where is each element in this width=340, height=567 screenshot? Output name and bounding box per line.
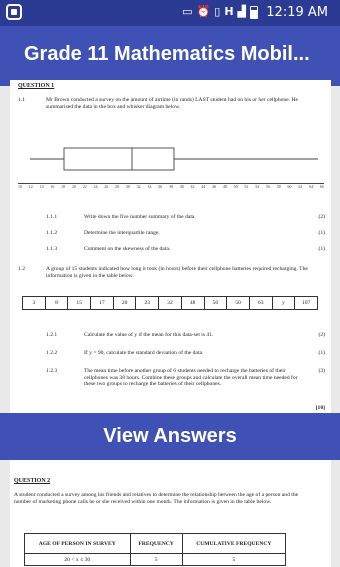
scale-tick-label: 44: [201, 184, 206, 189]
page-title: Grade 11 Mathematics Mobil...: [24, 43, 310, 65]
table-cell: 20 < x ≤ 30: [24, 553, 131, 566]
scale-tick-label: 32: [136, 184, 141, 189]
scale-tick-label: 24: [93, 184, 98, 189]
sub-item-text: The mean time before another group of 6 …: [84, 368, 298, 388]
table-cell: 17: [91, 297, 114, 309]
sub-item-text: Determine the interquartile range.: [84, 230, 160, 236]
scale-tick-label: 16: [50, 184, 55, 189]
question-paper-page[interactable]: QUESTION 1 1.1 Mr Brown conducted a surv…: [10, 80, 331, 413]
sub-item-number: 1.1.2: [46, 230, 58, 236]
battery-icon: [250, 5, 258, 19]
table-header-frequency: FREQUENCY: [129, 533, 183, 554]
table-cell: 3: [23, 297, 46, 309]
sub-item-text: Write down the five number summary of th…: [84, 214, 196, 220]
table-cell: y: [273, 297, 296, 309]
scale-tick-label: 66: [319, 184, 324, 189]
table-cell: 50: [227, 297, 250, 309]
app-bar: Grade 11 Mathematics Mobil...: [0, 26, 340, 86]
sub-item-text: Calculate the value of y if the mean for…: [84, 332, 214, 338]
sub-item-text: If y = 90, calculate the standard deviat…: [84, 350, 204, 356]
sub-item-marks: (3): [318, 368, 325, 374]
time-text: 12:19: [266, 5, 304, 20]
scale-tick-label: 30: [125, 184, 130, 189]
scale-tick-label: 40: [179, 184, 184, 189]
table-cell: 32: [159, 297, 182, 309]
scale-tick-label: 60: [287, 184, 292, 189]
scale-tick-label: 64: [309, 184, 314, 189]
status-bar: ▭ ⏰ ▯ H ▟ 12:19 AM: [0, 0, 340, 26]
sub-item-text: Comment on the skewness of the data.: [84, 246, 171, 252]
status-time: 12:19 AM: [266, 5, 328, 20]
scale-tick-label: 58: [276, 184, 281, 189]
sub-item-marks: (1): [318, 350, 325, 356]
question-paper-page-2[interactable]: QUESTION 2 A student conducted a survey …: [10, 460, 331, 567]
table-cell: 5: [129, 553, 183, 566]
question-heading: QUESTION 2: [14, 478, 51, 484]
cast-icon: ▭: [182, 5, 193, 18]
scale-tick-label: 50: [233, 184, 238, 189]
scale-tick-label: 10: [18, 184, 22, 189]
number-scale: 10 12 14 16 18 20 22 24 26 28 30 32 34 36 38 40 42 44 46 48…: [18, 183, 324, 193]
sub-item-number: 1.2.2: [46, 350, 58, 356]
status-icons: ▭ ⏰ ▯ H ▟: [182, 5, 258, 19]
box-whisker-diagram: [30, 147, 318, 171]
scale-tick-label: 52: [244, 184, 249, 189]
alarm-icon: ⏰: [196, 5, 211, 18]
scale-tick-label: 36: [158, 184, 163, 189]
scale-tick-label: 18: [61, 184, 66, 189]
time-suffix: AM: [307, 5, 328, 20]
survey-table: AGE OF PERSON IN SURVEY FREQUENCY CUMULA…: [24, 533, 287, 566]
question-text: Mr Brown conducted a survey on the amoun…: [46, 97, 299, 110]
sub-item-marks: (1): [318, 230, 325, 236]
scale-tick-label: 20: [71, 184, 76, 189]
scale-tick-label: 38: [168, 184, 173, 189]
table-header-cumulative: CUMULATIVE FREQUENCY: [181, 533, 287, 554]
table-header-age: AGE OF PERSON IN SURVEY: [24, 533, 131, 554]
scale-tick-label: 54: [255, 184, 260, 189]
app-notification-icon: [6, 4, 22, 20]
sub-item-marks: (1): [318, 246, 325, 252]
sub-item-number: 1.1.3: [46, 246, 58, 252]
network-type-label: H: [224, 5, 234, 18]
sub-item-number: 1.2.1: [46, 332, 58, 338]
scale-tick-label: 48: [222, 184, 227, 189]
sub-item-marks: (2): [318, 214, 325, 220]
table-cell: 50: [205, 297, 228, 309]
scale-tick-label: 22: [82, 184, 87, 189]
table-cell: 48: [182, 297, 205, 309]
scale-tick-label: 14: [39, 184, 44, 189]
scale-tick-label: 46: [212, 184, 217, 189]
scale-tick-label: 26: [104, 184, 109, 189]
item-number: 1.2: [18, 266, 25, 272]
question-text: A student conducted a survey among his f…: [14, 492, 299, 505]
sub-item-marks: (2): [318, 332, 325, 338]
question-text: A group of 15 students indicated how lon…: [46, 266, 308, 279]
sub-item-number: 1.2.3: [46, 368, 58, 374]
table-cell: 15: [68, 297, 92, 309]
item-number: 1.1: [18, 97, 25, 103]
signal-icon: ▟: [237, 5, 246, 18]
table-cell: 63: [250, 297, 273, 309]
battery-hours-table: 3 8 15 17 20 23 32 48 50 50 63 y 107: [22, 296, 318, 310]
scale-tick-label: 28: [115, 184, 120, 189]
vibrate-icon: ▯: [214, 5, 221, 18]
table-cell: 20: [114, 297, 137, 309]
scale-tick-label: 56: [265, 184, 270, 189]
scale-tick-label: 34: [147, 184, 152, 189]
table-cell: 107: [301, 300, 311, 306]
scale-tick-label: 62: [298, 184, 303, 189]
scale-tick-label: 42: [190, 184, 195, 189]
table-cell: 23: [136, 297, 160, 309]
table-cell: 8: [46, 297, 69, 309]
question-heading: QUESTION 1: [18, 83, 55, 89]
table-cell: 5: [181, 553, 287, 566]
question-total: [10]: [315, 405, 325, 411]
sub-item-number: 1.1.1: [46, 214, 58, 220]
view-answers-button[interactable]: View Answers: [0, 413, 340, 460]
scale-tick-label: 12: [28, 184, 33, 189]
